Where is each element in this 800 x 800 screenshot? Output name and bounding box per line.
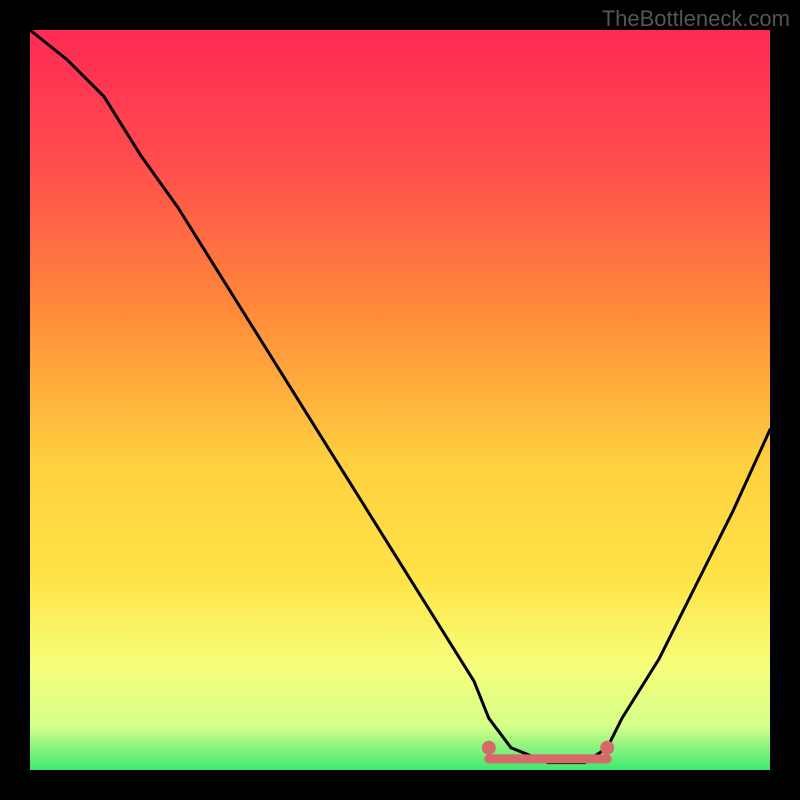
chart-container: TheBottleneck.com: [0, 0, 800, 800]
curve-marker: [600, 741, 614, 755]
bottleneck-curve-svg: [30, 30, 770, 770]
watermark-text: TheBottleneck.com: [602, 6, 790, 32]
plot-area: [30, 30, 770, 770]
curve-marker: [482, 741, 496, 755]
marker-group: [482, 741, 614, 755]
bottleneck-curve-path: [30, 30, 770, 763]
